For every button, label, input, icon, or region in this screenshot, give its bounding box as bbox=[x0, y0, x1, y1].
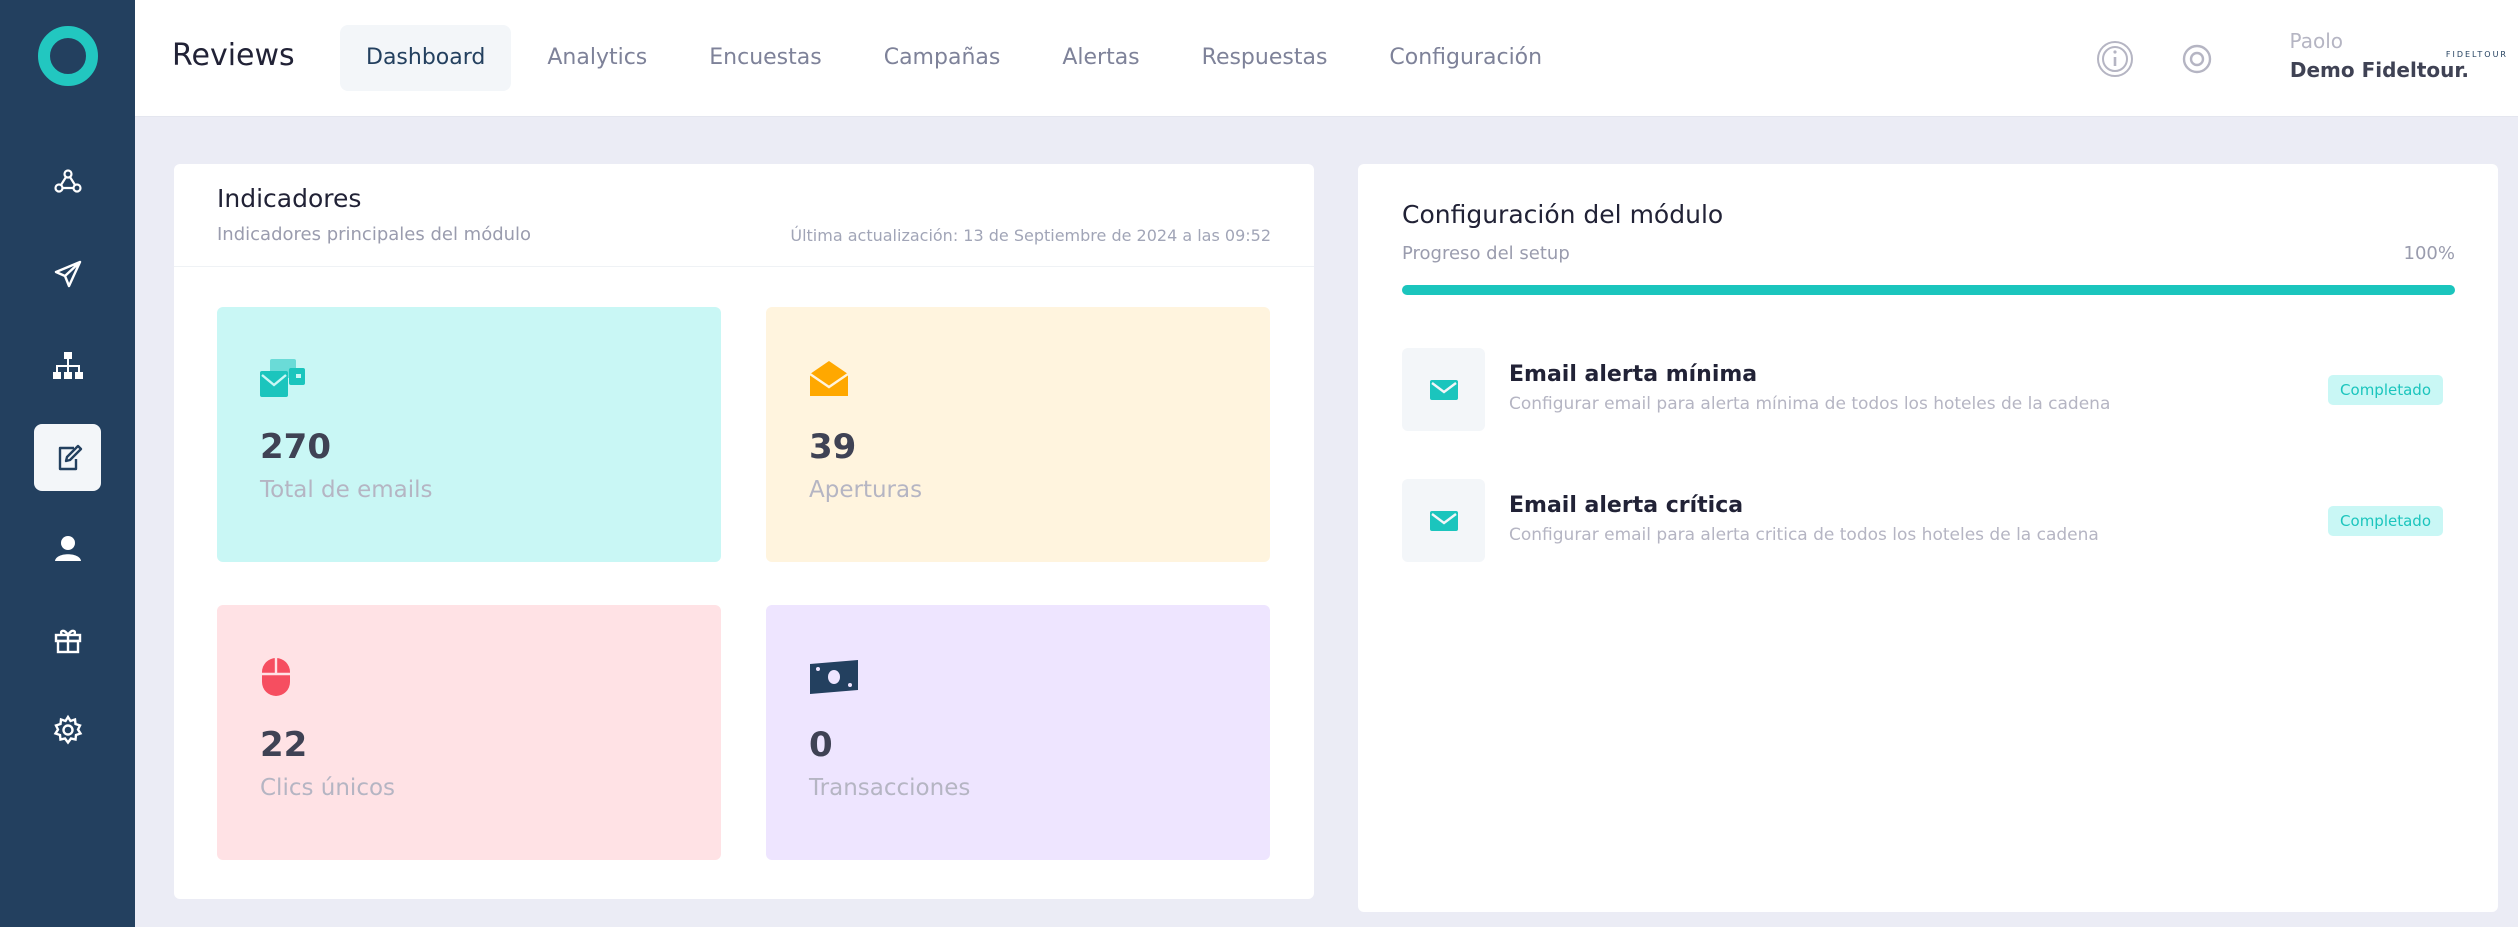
sidebar-item-reviews[interactable] bbox=[34, 424, 101, 491]
tile-total-emails: 270 Total de emails bbox=[217, 307, 721, 562]
task-icon-box bbox=[1402, 479, 1485, 562]
task-title[interactable]: Email alerta crítica bbox=[1509, 493, 1743, 518]
divider bbox=[174, 266, 1314, 267]
sidebar-item-contacts[interactable] bbox=[34, 514, 101, 581]
lifebuoy-icon bbox=[2182, 44, 2212, 74]
status-badge: Completado bbox=[2328, 375, 2443, 405]
sidebar bbox=[0, 0, 135, 927]
tab-dashboard[interactable]: Dashboard bbox=[340, 25, 512, 91]
tile-label: Clics únicos bbox=[260, 775, 396, 801]
tile-aperturas: 39 Aperturas bbox=[766, 307, 1270, 562]
indicators-card: Indicadores Indicadores principales del … bbox=[174, 164, 1314, 899]
tab-configuracion[interactable]: Configuración bbox=[1363, 25, 1568, 91]
task-email-alerta-minima[interactable]: Email alerta mínima Configurar email par… bbox=[1402, 348, 2443, 432]
tab-respuestas[interactable]: Respuestas bbox=[1176, 25, 1354, 91]
paper-plane-icon bbox=[54, 260, 81, 287]
mouse-icon bbox=[260, 657, 292, 697]
user-company[interactable]: Demo Fideltour. bbox=[2290, 58, 2469, 82]
tile-label: Aperturas bbox=[809, 477, 923, 503]
sidebar-item-settings[interactable] bbox=[34, 696, 101, 763]
tab-encuestas[interactable]: Encuestas bbox=[683, 25, 847, 91]
gift-icon bbox=[54, 629, 81, 653]
progress-label: Progreso del setup bbox=[1402, 243, 1570, 264]
module-config-card: Configuración del módulo Progreso del se… bbox=[1358, 164, 2498, 912]
tab-alertas[interactable]: Alertas bbox=[1036, 25, 1165, 91]
indicators-title: Indicadores bbox=[217, 184, 362, 213]
tile-value: 270 bbox=[260, 427, 331, 467]
top-header: Reviews Dashboard Analytics Encuestas Ca… bbox=[135, 0, 2518, 117]
tile-value: 0 bbox=[809, 725, 833, 765]
emails-icon bbox=[260, 359, 306, 399]
company-logo: FIDELTOUR bbox=[2445, 50, 2508, 59]
task-description: Configurar email para alerta mínima de t… bbox=[1509, 394, 2111, 414]
task-icon-box bbox=[1402, 348, 1485, 431]
tab-campanas[interactable]: Campañas bbox=[858, 25, 1027, 91]
user-icon bbox=[54, 535, 81, 561]
tile-label: Transacciones bbox=[809, 775, 971, 801]
setup-progress-fill bbox=[1402, 285, 2455, 295]
tile-label: Total de emails bbox=[260, 477, 433, 503]
indicators-subtitle: Indicadores principales del módulo bbox=[217, 224, 532, 245]
app-logo[interactable] bbox=[38, 26, 98, 86]
tile-clics-unicos: 22 Clics únicos bbox=[217, 605, 721, 860]
tile-transacciones: 0 Transacciones bbox=[766, 605, 1270, 860]
task-description: Configurar email para alerta critica de … bbox=[1509, 525, 2099, 545]
status-badge: Completado bbox=[2328, 506, 2443, 536]
money-icon bbox=[809, 657, 859, 697]
sidebar-item-network[interactable] bbox=[34, 148, 101, 215]
envelope-icon bbox=[1429, 510, 1458, 531]
user-first-name: Paolo bbox=[2289, 29, 2343, 53]
envelope-icon bbox=[1429, 379, 1458, 400]
task-title[interactable]: Email alerta mínima bbox=[1509, 362, 1757, 387]
info-button[interactable] bbox=[2094, 38, 2136, 80]
edit-note-icon bbox=[58, 444, 82, 470]
progress-value: 100% bbox=[2403, 243, 2455, 264]
tile-value: 39 bbox=[809, 427, 857, 467]
gear-icon bbox=[53, 714, 82, 744]
info-icon bbox=[2097, 41, 2133, 77]
tile-value: 22 bbox=[260, 725, 308, 765]
task-email-alerta-critica[interactable]: Email alerta crítica Configurar email pa… bbox=[1402, 479, 2443, 563]
network-people-icon bbox=[53, 168, 82, 193]
main-nav: Dashboard Analytics Encuestas Campañas A… bbox=[340, 25, 1578, 91]
help-button[interactable] bbox=[2176, 38, 2218, 80]
open-envelope-icon bbox=[809, 359, 849, 399]
setup-progress-bar bbox=[1402, 285, 2455, 295]
app-title: Reviews bbox=[172, 38, 295, 73]
sitemap-icon bbox=[52, 351, 83, 379]
last-updated: Última actualización: 13 de Septiembre d… bbox=[790, 226, 1271, 245]
sidebar-item-campaigns[interactable] bbox=[34, 240, 101, 307]
config-title: Configuración del módulo bbox=[1402, 200, 1724, 229]
sidebar-item-structure[interactable] bbox=[34, 332, 101, 399]
sidebar-item-rewards[interactable] bbox=[34, 606, 101, 673]
tab-analytics[interactable]: Analytics bbox=[521, 25, 673, 91]
